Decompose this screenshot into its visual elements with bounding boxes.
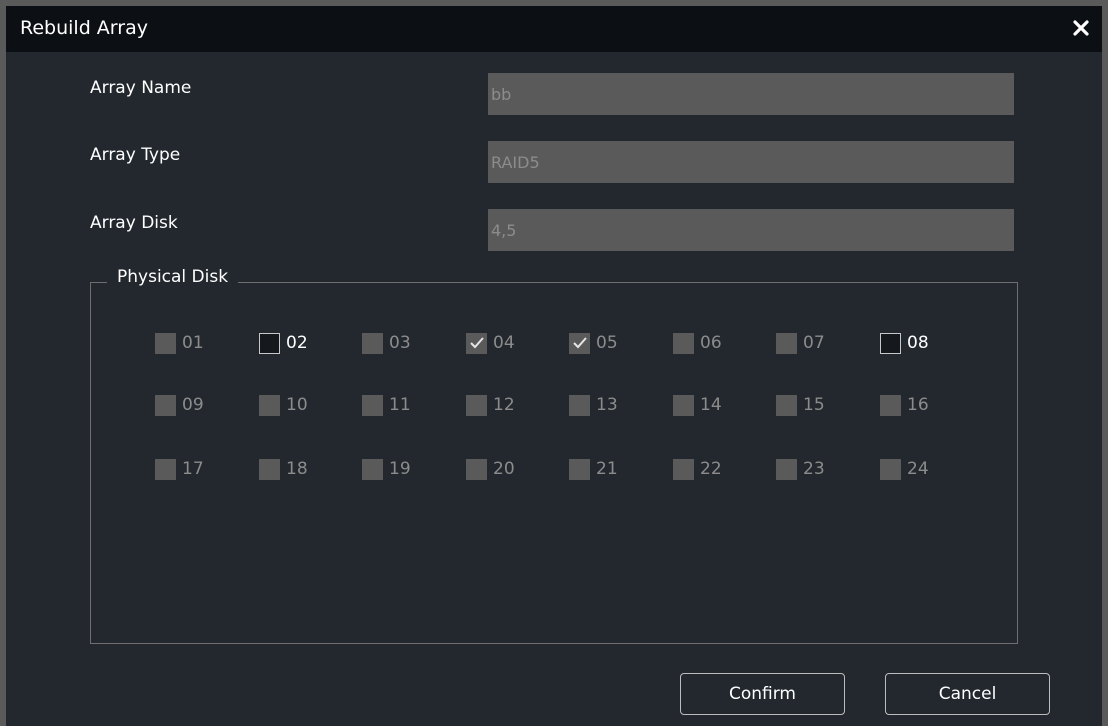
array-type-label: Array Type bbox=[90, 145, 181, 165]
disk-checkbox-11[interactable]: 11 bbox=[362, 393, 411, 417]
disk-number: 17 bbox=[182, 459, 204, 479]
disk-checkbox-09[interactable]: 09 bbox=[155, 393, 204, 417]
disk-checkbox-02[interactable]: 02 bbox=[259, 331, 308, 355]
checkbox-box bbox=[362, 332, 383, 354]
disk-checkbox-01[interactable]: 01 bbox=[155, 331, 204, 355]
disk-number: 08 bbox=[907, 333, 929, 353]
disk-checkbox-23[interactable]: 23 bbox=[776, 457, 825, 481]
array-disk-field[interactable] bbox=[488, 209, 1014, 251]
disk-number: 12 bbox=[493, 395, 515, 415]
cancel-button[interactable]: Cancel bbox=[885, 673, 1050, 715]
array-disk-label: Array Disk bbox=[90, 213, 178, 233]
disk-checkbox-06[interactable]: 06 bbox=[673, 331, 722, 355]
checkbox-box bbox=[155, 332, 176, 354]
checkbox-box bbox=[880, 394, 901, 416]
checkbox-box bbox=[569, 458, 590, 480]
checkbox-box bbox=[569, 394, 590, 416]
array-name-label: Array Name bbox=[90, 78, 192, 98]
disk-checkbox-05[interactable]: 05 bbox=[569, 331, 618, 355]
checkbox-box bbox=[155, 394, 176, 416]
disk-number: 24 bbox=[907, 459, 929, 479]
disk-number: 07 bbox=[803, 333, 825, 353]
disk-checkbox-21[interactable]: 21 bbox=[569, 457, 618, 481]
disk-number: 01 bbox=[182, 333, 204, 353]
disk-number: 04 bbox=[493, 333, 515, 353]
checkbox-box bbox=[155, 458, 176, 480]
disk-number: 02 bbox=[286, 333, 308, 353]
disk-checkbox-08[interactable]: 08 bbox=[880, 331, 929, 355]
disk-checkbox-24[interactable]: 24 bbox=[880, 457, 929, 481]
disk-checkbox-14[interactable]: 14 bbox=[673, 393, 722, 417]
dialog-title: Rebuild Array bbox=[20, 17, 148, 39]
checkmark-icon bbox=[466, 332, 487, 354]
disk-checkbox-12[interactable]: 12 bbox=[466, 393, 515, 417]
disk-number: 22 bbox=[700, 459, 722, 479]
disk-checkbox-20[interactable]: 20 bbox=[466, 457, 515, 481]
checkmark-icon bbox=[569, 332, 590, 354]
disk-number: 11 bbox=[389, 395, 411, 415]
rebuild-array-dialog: Rebuild Array Array Name Array Type Arra… bbox=[6, 6, 1102, 726]
disk-checkbox-04[interactable]: 04 bbox=[466, 331, 515, 355]
checkbox-box bbox=[880, 332, 901, 354]
disk-number: 19 bbox=[389, 459, 411, 479]
confirm-button[interactable]: Confirm bbox=[680, 673, 845, 715]
disk-number: 09 bbox=[182, 395, 204, 415]
physical-disk-group bbox=[90, 282, 1018, 644]
disk-checkbox-15[interactable]: 15 bbox=[776, 393, 825, 417]
disk-number: 16 bbox=[907, 395, 929, 415]
title-bar: Rebuild Array bbox=[6, 6, 1102, 52]
disk-number: 03 bbox=[389, 333, 411, 353]
checkbox-box bbox=[776, 332, 797, 354]
disk-checkbox-16[interactable]: 16 bbox=[880, 393, 929, 417]
disk-number: 05 bbox=[596, 333, 618, 353]
disk-checkbox-13[interactable]: 13 bbox=[569, 393, 618, 417]
disk-number: 10 bbox=[286, 395, 308, 415]
disk-checkbox-07[interactable]: 07 bbox=[776, 331, 825, 355]
physical-disk-legend: Physical Disk bbox=[107, 267, 239, 287]
checkbox-box bbox=[259, 332, 280, 354]
close-icon[interactable] bbox=[1066, 13, 1096, 43]
checkbox-box bbox=[776, 458, 797, 480]
disk-number: 21 bbox=[596, 459, 618, 479]
disk-number: 18 bbox=[286, 459, 308, 479]
disk-checkbox-10[interactable]: 10 bbox=[259, 393, 308, 417]
disk-number: 13 bbox=[596, 395, 618, 415]
disk-number: 15 bbox=[803, 395, 825, 415]
disk-checkbox-22[interactable]: 22 bbox=[673, 457, 722, 481]
disk-checkbox-03[interactable]: 03 bbox=[362, 331, 411, 355]
checkbox-box bbox=[466, 394, 487, 416]
checkbox-box bbox=[362, 394, 383, 416]
disk-number: 14 bbox=[700, 395, 722, 415]
checkbox-box bbox=[880, 458, 901, 480]
disk-number: 06 bbox=[700, 333, 722, 353]
checkbox-box bbox=[259, 394, 280, 416]
disk-checkbox-19[interactable]: 19 bbox=[362, 457, 411, 481]
checkbox-box bbox=[776, 394, 797, 416]
disk-checkbox-17[interactable]: 17 bbox=[155, 457, 204, 481]
checkbox-box bbox=[673, 458, 694, 480]
checkbox-box bbox=[673, 394, 694, 416]
disk-checkbox-18[interactable]: 18 bbox=[259, 457, 308, 481]
disk-number: 20 bbox=[493, 459, 515, 479]
checkbox-box bbox=[673, 332, 694, 354]
checkbox-box bbox=[259, 458, 280, 480]
disk-number: 23 bbox=[803, 459, 825, 479]
array-type-field[interactable] bbox=[488, 141, 1014, 183]
checkbox-box bbox=[362, 458, 383, 480]
array-name-field[interactable] bbox=[488, 73, 1014, 115]
checkbox-box bbox=[466, 458, 487, 480]
